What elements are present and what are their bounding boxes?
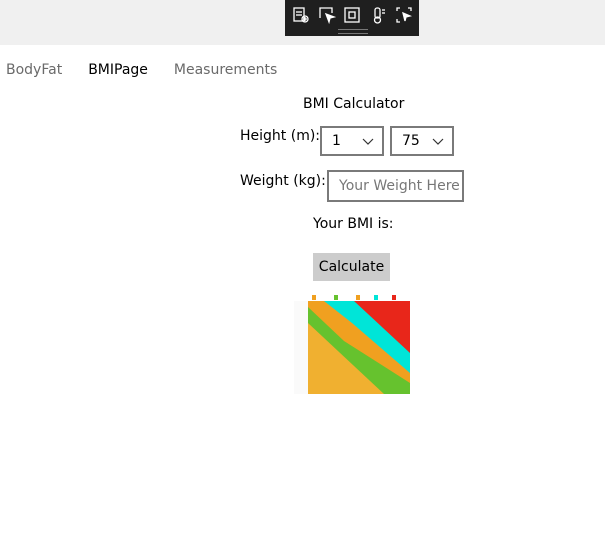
weight-input[interactable] <box>327 170 464 202</box>
bmi-result-label: Your BMI is: <box>313 216 394 232</box>
display-layout-adorners-icon <box>344 7 361 23</box>
chevron-down-icon <box>362 138 374 145</box>
track-focused-element-icon <box>374 7 386 24</box>
track-focused-element-button[interactable] <box>367 4 389 26</box>
height-centimeters-value: 75 <box>402 133 420 149</box>
tab-bodyfat[interactable]: BodyFat <box>6 62 62 78</box>
page-title: BMI Calculator <box>303 96 405 112</box>
chevron-down-icon <box>432 138 444 145</box>
show-layout-button[interactable] <box>393 4 415 26</box>
tab-measurements[interactable]: Measurements <box>174 62 277 78</box>
height-meters-value: 1 <box>332 133 341 149</box>
height-meters-combobox[interactable]: 1 <box>320 126 384 156</box>
toolbar-grip[interactable] <box>338 29 368 34</box>
live-visual-tree-button[interactable] <box>290 4 312 26</box>
show-layout-icon <box>396 7 413 23</box>
select-element-button[interactable] <box>316 4 338 26</box>
display-layout-adorners-button[interactable] <box>342 4 364 26</box>
height-label: Height (m): <box>240 128 321 144</box>
bmi-chart-image <box>294 293 410 394</box>
pivot-header: BodyFat BMIPage Measurements <box>6 62 303 78</box>
tab-bmipage[interactable]: BMIPage <box>88 62 148 78</box>
weight-label: Weight (kg): <box>240 173 326 189</box>
live-visual-tree-icon <box>293 7 309 23</box>
select-element-icon <box>319 7 336 24</box>
calculate-button[interactable]: Calculate <box>313 253 390 281</box>
height-centimeters-combobox[interactable]: 75 <box>390 126 454 156</box>
